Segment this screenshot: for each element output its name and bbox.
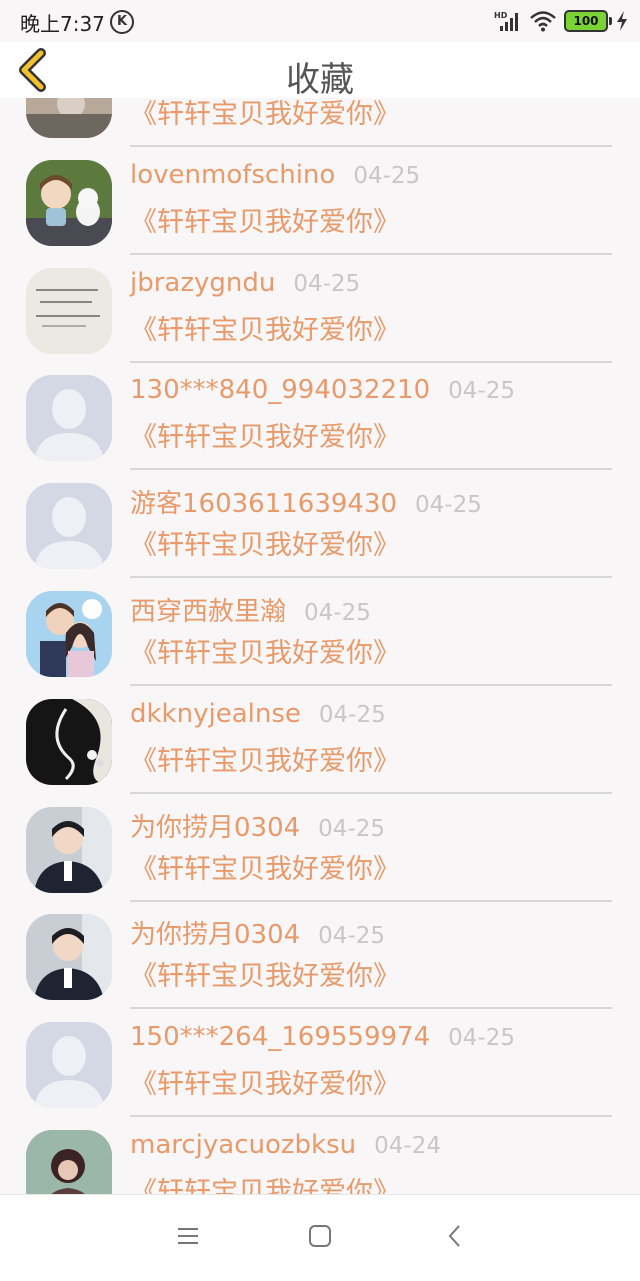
default-user-icon	[26, 1022, 112, 1109]
list-item[interactable]: 为你捞月0304 04-25 《轩轩宝贝我好爱你》	[0, 888, 640, 1010]
user-photo-image	[26, 267, 112, 354]
name-line: dkknyjealnse 04-25	[130, 699, 386, 729]
user-photo-image	[26, 1129, 112, 1194]
date-label: 04-24	[374, 1132, 441, 1159]
list-item[interactable]: 为你捞月0304 04-25 《轩轩宝贝我好爱你》	[0, 781, 640, 902]
user-name[interactable]: 游客1603611639430	[130, 483, 397, 520]
song-title[interactable]: 《轩轩宝贝我好爱你》	[130, 954, 400, 993]
user-name[interactable]: 130***840_994032210	[130, 375, 430, 405]
name-line: jbrazygndu 04-25	[130, 268, 360, 298]
list-item[interactable]: marcjyacuozbksu 04-24 《轩轩宝贝我好爱你》	[0, 1104, 640, 1194]
song-title[interactable]: 《轩轩宝贝我好爱你》	[130, 739, 400, 778]
name-line: lovenmofschino 04-25	[130, 160, 420, 190]
date-label: 04-25	[318, 815, 386, 842]
song-title[interactable]: 《轩轩宝贝我好爱你》	[130, 631, 400, 670]
avatar[interactable]	[26, 375, 112, 462]
list-item[interactable]: 游客1603611639430 04-25 《轩轩宝贝我好爱你》	[0, 457, 640, 579]
song-title[interactable]: 《轩轩宝贝我好爱你》	[130, 1170, 400, 1194]
default-user-icon	[26, 375, 112, 462]
user-photo-image	[26, 159, 112, 246]
back-icon	[448, 1225, 460, 1247]
list-item[interactable]: 130***840_994032210 04-25 《轩轩宝贝我好爱你》	[0, 349, 640, 471]
avatar[interactable]	[26, 483, 112, 570]
menu-icon	[178, 1228, 198, 1244]
nav-back-button[interactable]	[440, 1221, 470, 1251]
song-title[interactable]: 《轩轩宝贝我好爱你》	[130, 415, 400, 454]
user-photo-image	[26, 698, 112, 785]
status-bar: 晚上7:37 K HD 100	[0, 0, 640, 42]
charging-icon	[617, 11, 627, 31]
avatar[interactable]	[26, 98, 112, 138]
user-name[interactable]: lovenmofschino	[130, 160, 335, 190]
date-label: 04-25	[353, 162, 421, 189]
avatar[interactable]	[26, 1022, 112, 1109]
user-name[interactable]: 为你捞月0304	[130, 807, 300, 844]
user-photo-image	[26, 98, 112, 138]
user-name[interactable]: dkknyjealnse	[130, 699, 301, 729]
song-title[interactable]: 《轩轩宝贝我好爱你》	[130, 200, 400, 239]
avatar[interactable]	[26, 590, 112, 677]
user-name[interactable]: 150***264_169559974	[130, 1022, 430, 1052]
home-button[interactable]	[305, 1221, 335, 1251]
avatar[interactable]	[26, 806, 112, 893]
song-title[interactable]: 《轩轩宝贝我好爱你》	[130, 1062, 400, 1101]
name-line: 150***264_169559974 04-25	[130, 1022, 515, 1052]
user-name[interactable]: 西穿西赦里瀚	[130, 591, 286, 628]
list-item[interactable]: lovenmofschino 04-25 《轩轩宝贝我好爱你》	[0, 134, 640, 255]
user-name[interactable]: 为你捞月0304	[130, 914, 300, 951]
user-photo-image	[26, 914, 112, 1001]
name-line: 为你捞月0304 04-25	[130, 807, 385, 844]
date-label: 04-25	[448, 378, 515, 405]
date-label: 04-25	[293, 270, 361, 297]
list-item[interactable]: jbrazygndu 04-25 《轩轩宝贝我好爱你》	[0, 242, 640, 363]
hd-signal-icon: HD	[494, 11, 518, 31]
date-label: 04-25	[448, 1025, 515, 1052]
list-item[interactable]: dkknyjealnse 04-25 《轩轩宝贝我好爱你》	[0, 673, 640, 794]
date-label: 04-25	[304, 599, 371, 626]
avatar[interactable]	[26, 1129, 112, 1194]
list-item[interactable]: 150***264_169559974 04-25 《轩轩宝贝我好爱你》	[0, 996, 640, 1118]
list-item[interactable]: 《轩轩宝贝我好爱你》	[0, 98, 640, 147]
user-name[interactable]: marcjyacuozbksu	[130, 1130, 356, 1160]
status-time: 晚上7:37	[20, 12, 105, 36]
song-title[interactable]: 《轩轩宝贝我好爱你》	[130, 98, 400, 131]
title-bar: 收藏	[0, 42, 640, 100]
name-line: marcjyacuozbksu 04-24	[130, 1130, 441, 1160]
date-label: 04-25	[318, 923, 386, 950]
song-title[interactable]: 《轩轩宝贝我好爱你》	[130, 523, 400, 562]
default-user-icon	[26, 483, 112, 570]
avatar[interactable]	[26, 698, 112, 785]
song-title[interactable]: 《轩轩宝贝我好爱你》	[130, 308, 400, 347]
home-icon	[309, 1225, 331, 1247]
date-label: 04-25	[415, 492, 482, 519]
user-photo-image	[26, 590, 112, 677]
name-line: 西穿西赦里瀚 04-25	[130, 591, 371, 628]
system-nav-bar	[0, 1194, 640, 1281]
song-title[interactable]: 《轩轩宝贝我好爱你》	[130, 847, 400, 886]
name-line: 游客1603611639430 04-25	[130, 483, 482, 520]
svg-text:HD: HD	[494, 11, 508, 20]
k-badge-icon: K	[110, 10, 134, 34]
name-line: 130***840_994032210 04-25	[130, 375, 515, 405]
date-label: 04-25	[318, 701, 386, 728]
user-name[interactable]: jbrazygndu	[130, 268, 275, 298]
avatar[interactable]	[26, 267, 112, 354]
favorites-list[interactable]: 《轩轩宝贝我好爱你》 lovenmofschino 04-25 《轩轩宝贝我好爱你》 j…	[0, 98, 640, 1194]
status-icons: HD 100	[494, 8, 628, 34]
name-line: 为你捞月0304 04-25	[130, 914, 385, 951]
avatar[interactable]	[26, 159, 112, 246]
menu-button[interactable]	[173, 1221, 203, 1251]
avatar[interactable]	[26, 914, 112, 1001]
list-item[interactable]: 西穿西赦里瀚 04-25 《轩轩宝贝我好爱你》	[0, 565, 640, 686]
page-title: 收藏	[286, 60, 354, 100]
battery-icon: 100	[564, 10, 612, 32]
wifi-icon	[530, 11, 556, 32]
user-photo-image	[26, 806, 112, 893]
